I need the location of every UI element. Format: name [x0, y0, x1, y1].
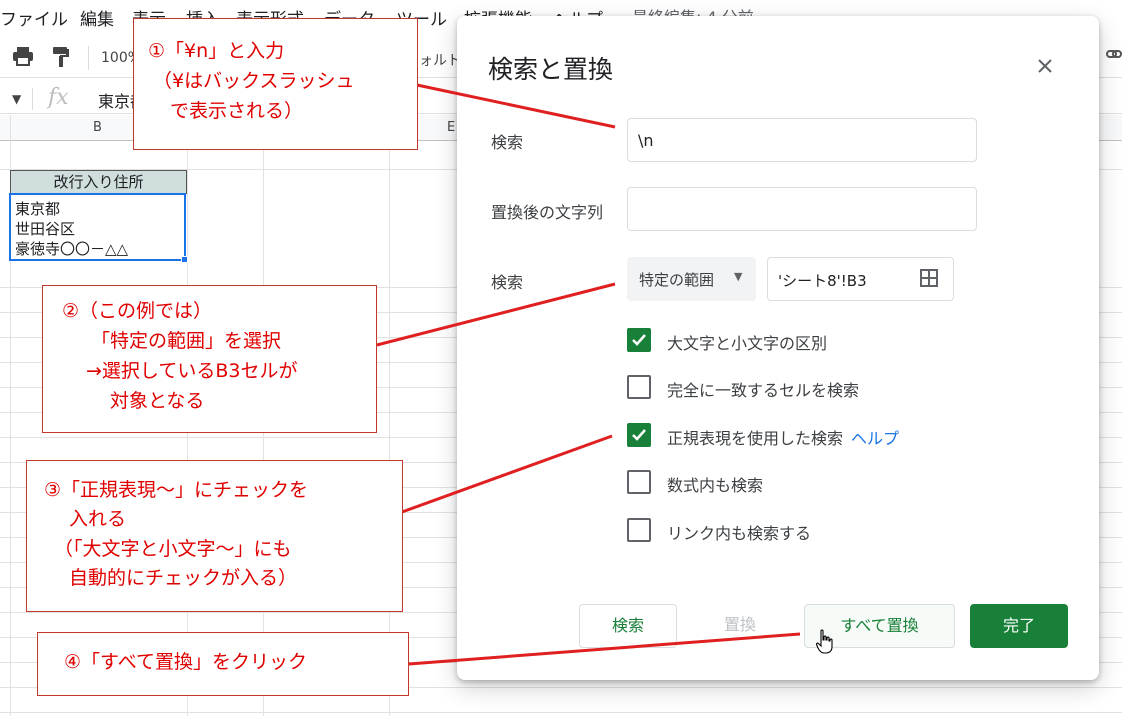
annotation-2-line: 「特定の範囲」を選択 — [91, 330, 282, 352]
annotation-line-3 — [401, 434, 613, 514]
annotation-1: ①「¥n」と入力 （¥はバックスラッシュ で表示される） — [133, 18, 418, 150]
annotation-2-line: 対象となる — [110, 390, 205, 412]
annotation-3-line: 入れる — [69, 508, 127, 530]
annotation-1-line: ①「¥n」と入力 — [148, 40, 285, 62]
annotation-2-line: ②（この例では） — [62, 300, 213, 322]
annotation-1-line: （¥はバックスラッシュ — [153, 70, 355, 92]
annotation-line-2 — [376, 282, 616, 347]
annotation-3: ③「正規表現～」にチェックを 入れる （「大文字と小文字～」にも 自動的にチェッ… — [26, 460, 403, 612]
annotation-3-line: ③「正規表現～」にチェックを — [44, 479, 309, 501]
annotation-4-line: ④「すべて置換」をクリック — [64, 651, 307, 673]
annotation-4: ④「すべて置換」をクリック — [37, 632, 409, 696]
annotation-3-line: 自動的にチェックが入る） — [69, 567, 298, 589]
annotation-3-line: （「大文字と小文字～」にも — [54, 538, 292, 560]
annotation-1-line: で表示される） — [170, 100, 304, 122]
annotation-2: ②（この例では） 「特定の範囲」を選択 →選択しているB3セルが 対象となる — [42, 285, 377, 433]
annotation-line-1 — [416, 83, 616, 129]
annotation-2-line: →選択しているB3セルが — [86, 360, 298, 382]
annotation-line-4 — [408, 632, 801, 666]
